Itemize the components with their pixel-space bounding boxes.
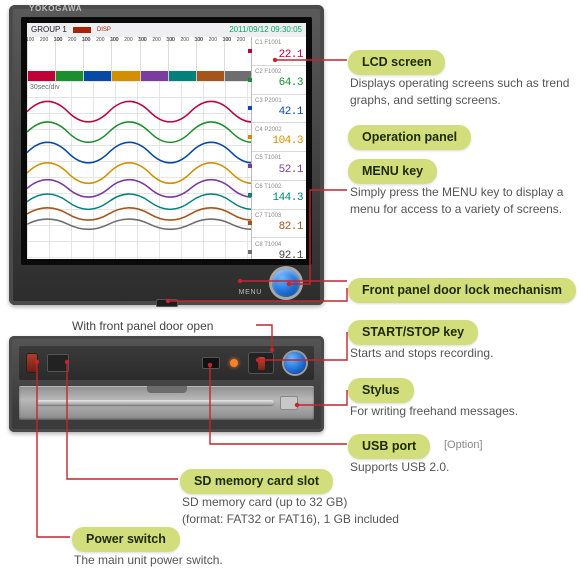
channel-readout: C6 T1002144.3 (252, 181, 306, 210)
channel-readout: C2 F100264.3 (252, 66, 306, 95)
door-open-caption: With front panel door open (72, 318, 213, 334)
callout-stylus: Stylus (348, 378, 414, 403)
menu-key-inner[interactable] (284, 352, 306, 374)
channel-readouts: C1 F100122.1 C2 F100264.3 C3 P200142.1 C… (251, 37, 306, 259)
sd-card-slot[interactable] (47, 354, 69, 372)
channel-readout: C5 T100152.1 (252, 152, 306, 181)
callout-lcd-desc: Displays operating screens such as trend… (350, 75, 575, 109)
door-clasp-icon (280, 396, 298, 410)
trend-lines-icon (27, 81, 252, 234)
callout-usb-desc: Supports USB 2.0. (350, 459, 575, 476)
brand-logo: YOKOGAWA (29, 4, 82, 15)
callout-start-desc: Starts and stops recording. (350, 345, 575, 362)
recorder-front: YOKOGAWA GROUP 1 DISP 2011/09/12 09:30:0… (9, 5, 324, 305)
scale-ruler (27, 37, 252, 72)
inner-ports-row (19, 346, 314, 380)
callout-power: Power switch (72, 527, 180, 552)
callout-usb: USB port (348, 434, 430, 459)
channel-readout: C7 T100382.1 (252, 210, 306, 239)
callout-start: START/STOP key (348, 320, 478, 345)
usb-port[interactable] (202, 357, 220, 369)
group-label: GROUP 1 (31, 25, 67, 36)
front-panel-door[interactable] (19, 386, 314, 420)
clock: 2011/09/12 09:30:05 (229, 25, 302, 36)
callout-sd-desc: SD memory card (up to 32 GB) (format: FA… (182, 494, 407, 528)
channel-readout: C3 P200142.1 (252, 95, 306, 124)
menu-key-label: MENU (239, 288, 262, 297)
menu-key[interactable] (272, 269, 300, 297)
channel-readout: C4 P2002104.3 (252, 123, 306, 152)
lcd-screen[interactable]: GROUP 1 DISP 2011/09/12 09:30:05 30sec/d… (27, 23, 306, 259)
record-led-icon (230, 359, 238, 367)
callout-power-desc: The main unit power switch. (74, 552, 299, 569)
screen-header: GROUP 1 DISP 2011/09/12 09:30:05 (27, 23, 306, 38)
channel-readout: C1 F100122.1 (252, 37, 306, 66)
start-stop-key[interactable] (248, 352, 274, 374)
trend-area: 30sec/div (27, 81, 252, 259)
recorder-door-open (9, 336, 324, 432)
callout-stylus-desc: For writing freehand messages. (350, 403, 575, 420)
mode-text: DISP (97, 26, 111, 34)
lcd-bezel: GROUP 1 DISP 2011/09/12 09:30:05 30sec/d… (21, 17, 312, 265)
callout-lcd: LCD screen (348, 50, 445, 75)
power-switch[interactable] (27, 354, 37, 372)
callout-sd: SD memory card slot (180, 469, 333, 494)
mode-indicator (73, 27, 91, 33)
channel-color-strip (27, 71, 252, 81)
channel-readout: C8 T100492.1 (252, 238, 306, 259)
callout-lock: Front panel door lock mechanism (348, 278, 576, 303)
callout-op-panel: Operation panel (348, 125, 471, 150)
callout-usb-option: [Option] (444, 438, 483, 453)
operation-panel: MENU (19, 267, 314, 299)
callout-menu: MENU key (348, 159, 437, 184)
callout-menu-desc: Simply press the MENU key to display a m… (350, 184, 575, 218)
stylus[interactable] (37, 400, 274, 405)
door-lock-icon[interactable] (156, 299, 178, 307)
